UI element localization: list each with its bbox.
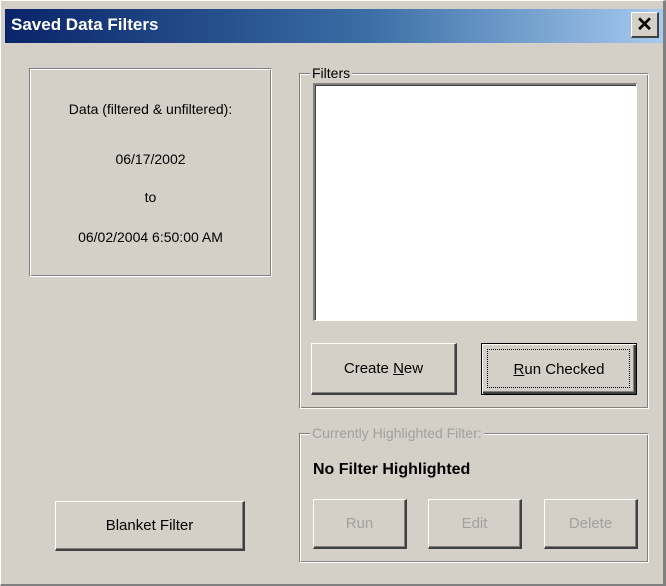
run-checked-label: Run Checked [513, 360, 605, 378]
window-title: Saved Data Filters [11, 15, 159, 34]
saved-data-filters-dialog: Saved Data Filters ✕ Data (filtered & un… [0, 0, 666, 586]
create-new-button[interactable]: Create New [311, 343, 457, 395]
filters-list[interactable] [313, 83, 637, 321]
title-bar: Saved Data Filters ✕ [5, 9, 663, 43]
blanket-filter-button[interactable]: Blanket Filter [55, 501, 245, 551]
run-button[interactable]: Run [313, 499, 407, 549]
close-icon: ✕ [636, 13, 653, 36]
data-range-separator: to [144, 189, 157, 205]
data-range-panel: Data (filtered & unfiltered): 06/17/2002… [29, 68, 272, 277]
data-range-start: 06/17/2002 [115, 151, 186, 167]
highlighted-filter-group-label: Currently Highlighted Filter: [310, 425, 484, 441]
edit-button[interactable]: Edit [428, 499, 522, 549]
highlighted-filter-status: No Filter Highlighted [313, 461, 471, 478]
delete-button[interactable]: Delete [544, 499, 638, 549]
data-range-end: 06/02/2004 6:50:00 AM [78, 229, 223, 245]
run-checked-button[interactable]: Run Checked [481, 343, 637, 395]
filters-group-label: Filters [310, 65, 353, 81]
close-button[interactable]: ✕ [631, 12, 659, 38]
data-range-heading: Data (filtered & unfiltered): [68, 101, 233, 117]
create-new-label: Create New [343, 360, 424, 377]
